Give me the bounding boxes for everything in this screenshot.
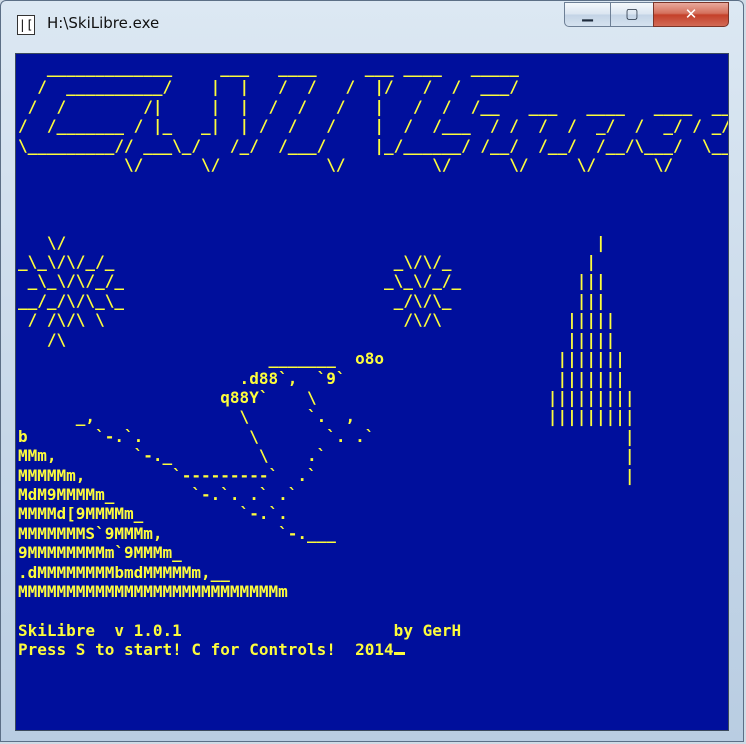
window-title: H:\SkiLibre.exe xyxy=(47,14,160,32)
minimize-icon: ▁ xyxy=(582,6,593,22)
console-app-icon[interactable]: |[ xyxy=(17,15,35,35)
ski-scene-art: \/ | _\_\/\/_/_ _\/\/_ | _\_\/\/_/_ _\_\… xyxy=(18,232,635,601)
console-screen[interactable]: _____________ ___ ____ ___ ____ _____ / … xyxy=(15,53,729,731)
close-button[interactable]: ✕ xyxy=(653,2,729,27)
console-window: |[ H:\SkiLibre.exe ▁ ▢ ✕ _____________ _… xyxy=(0,0,744,742)
start-prompt-line: Press S to start! C for Controls! 2014 xyxy=(18,640,394,660)
maximize-button[interactable]: ▢ xyxy=(610,2,654,27)
minimize-button[interactable]: ▁ xyxy=(564,2,611,27)
skilibre-logo-art: _____________ ___ ____ ___ ____ _____ / … xyxy=(18,58,729,175)
console-text: _____________ ___ ____ ___ ____ _____ / … xyxy=(18,58,729,660)
title-bar[interactable]: |[ H:\SkiLibre.exe ▁ ▢ ✕ xyxy=(1,1,743,45)
text-cursor xyxy=(393,652,405,656)
close-icon: ✕ xyxy=(684,5,698,23)
maximize-icon: ▢ xyxy=(625,6,639,22)
version-line: SkiLibre v 1.0.1 by GerH xyxy=(18,620,462,640)
